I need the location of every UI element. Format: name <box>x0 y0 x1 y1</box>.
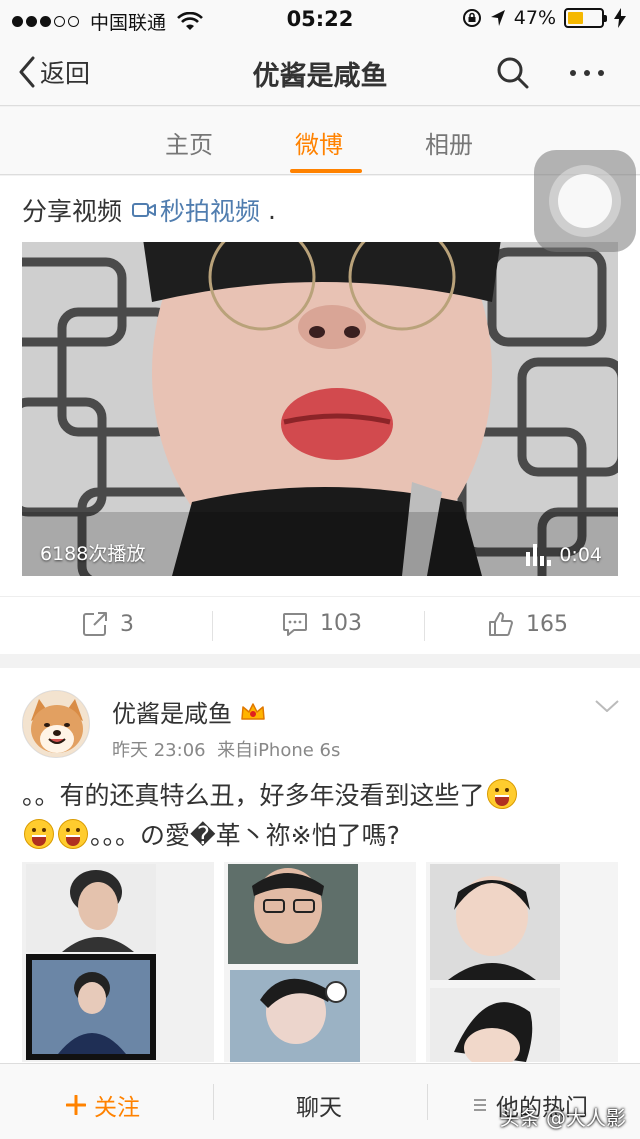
laughing-emoji-icon <box>24 819 54 849</box>
search-icon[interactable] <box>496 56 530 90</box>
dot <box>598 70 604 76</box>
author-name-row: 优酱是咸鱼 <box>112 694 266 729</box>
video-duration-label: 0:04 <box>559 544 602 566</box>
chat-label: 聊天 <box>296 1095 342 1121</box>
comment-button[interactable]: 103 <box>282 611 362 636</box>
tab-album[interactable]: 相册 <box>425 125 473 160</box>
audio-bars-icon <box>526 544 552 566</box>
like-button[interactable]: 165 <box>488 611 568 637</box>
comment-icon <box>283 612 307 636</box>
divider <box>213 1084 214 1120</box>
video-play-count: 6188次播放 <box>40 543 146 565</box>
follow-label: 关注 <box>94 1095 140 1121</box>
video-thumbnail <box>22 242 618 576</box>
active-tab-indicator <box>290 169 362 173</box>
author-name[interactable]: 优酱是咸鱼 <box>112 694 232 729</box>
chevron-down-icon[interactable] <box>594 698 620 714</box>
photo-thumbnail[interactable] <box>22 862 214 1062</box>
post-actions: 3 103 165 <box>0 596 640 654</box>
photo-collage-3 <box>426 862 618 1062</box>
photo-collage-1 <box>22 862 214 1062</box>
navigation-bar: 返回 优酱是咸鱼 <box>0 40 640 106</box>
vip-crown-icon <box>241 702 265 720</box>
avatar-image <box>23 691 89 757</box>
post-text-part2: 。。。の愛�革丶祢※怕了嗎? <box>90 821 400 850</box>
location-arrow-icon <box>490 10 505 26</box>
post-meta: 昨天 23:06 来自iPhone 6s <box>112 736 340 762</box>
repost-button[interactable]: 3 <box>82 611 134 637</box>
tab-weibo[interactable]: 微博 <box>295 125 343 160</box>
divider <box>212 611 213 641</box>
post-source: 来自iPhone 6s <box>217 740 341 761</box>
photo-thumbnail[interactable] <box>426 862 618 1062</box>
post-card: 优酱是咸鱼 昨天 23:06 来自iPhone 6s 。。有的还真特么丑，好多年… <box>0 668 640 1068</box>
repost-count: 3 <box>120 611 134 637</box>
more-options-icon[interactable] <box>570 70 604 76</box>
battery-percent: 47% <box>513 7 556 29</box>
like-count: 165 <box>526 611 568 637</box>
watermark: 头条 @大人影 <box>499 1106 626 1130</box>
photo-thumbnail[interactable] <box>224 862 416 1062</box>
post-text: 分享视频 秒拍视频 . <box>22 192 276 228</box>
plus-icon <box>66 1095 86 1115</box>
charging-bolt-icon <box>614 8 626 28</box>
thumbs-up-icon <box>489 612 513 636</box>
dot <box>584 70 590 76</box>
follow-button[interactable]: 关注 <box>66 1088 140 1122</box>
battery-fill <box>568 12 584 24</box>
chat-button[interactable]: 聊天 <box>296 1088 342 1122</box>
dot <box>570 70 576 76</box>
laughing-emoji-icon <box>58 819 88 849</box>
post-text-body: 分享视频 <box>22 197 123 226</box>
avatar[interactable] <box>22 690 90 758</box>
post-text-part1: 。。有的还真特么丑，好多年没看到这些了 <box>22 781 485 810</box>
video-player[interactable]: 6188次播放 0:04 <box>22 242 618 576</box>
tab-home[interactable]: 主页 <box>165 125 213 160</box>
video-link-label: 秒拍视频 <box>160 197 261 226</box>
status-right: 47% <box>462 7 626 29</box>
status-bar: 中国联通 05:22 47% <box>0 0 640 40</box>
post-text-trailing: . <box>268 195 276 225</box>
video-camera-icon <box>132 203 157 217</box>
rotation-lock-icon <box>462 9 481 27</box>
share-icon <box>83 612 107 636</box>
post-time: 昨天 23:06 <box>112 740 206 761</box>
menu-lines-icon <box>474 1099 486 1111</box>
battery-icon <box>564 8 607 28</box>
photo-collage-2 <box>224 862 416 1062</box>
assistive-touch-core <box>558 174 612 228</box>
page-title: 优酱是咸鱼 <box>252 61 388 92</box>
video-duration: 0:04 <box>526 544 602 566</box>
divider <box>427 1084 428 1120</box>
divider <box>424 611 425 641</box>
laughing-emoji-icon <box>486 779 517 809</box>
assistive-touch-button[interactable] <box>534 150 636 252</box>
post-text: 。。有的还真特么丑，好多年没看到这些了 。。。の愛�革丶祢※怕了嗎? <box>22 776 622 856</box>
comment-count: 103 <box>320 611 362 636</box>
video-link[interactable]: 秒拍视频 <box>132 192 260 228</box>
